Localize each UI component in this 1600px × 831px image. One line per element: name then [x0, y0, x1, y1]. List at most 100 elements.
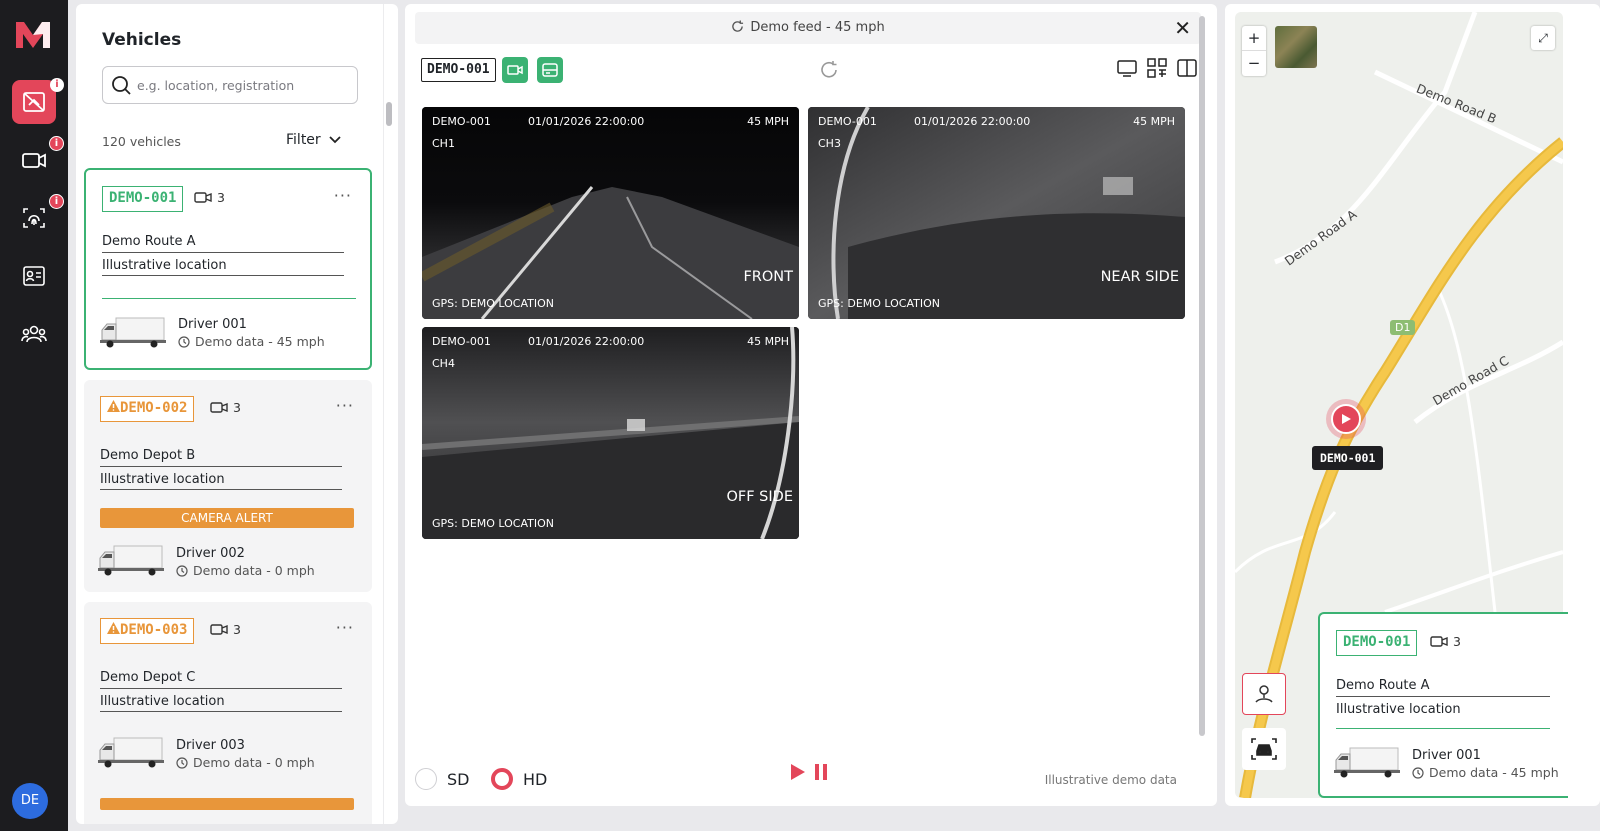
feed-channel: CH1 [432, 137, 455, 150]
feed-speed: 45 MPH [747, 335, 789, 348]
user-avatar[interactable]: DE [12, 783, 48, 819]
nav-biometrics[interactable]: i [12, 194, 64, 240]
camera-feed-off-side[interactable]: DEMO-001 01/01/2026 22:00:00 45 MPH CH4 … [422, 327, 799, 539]
camera-icon [1430, 636, 1448, 647]
driver-name: Driver 001 [1412, 748, 1481, 763]
vehicle-count: 120 vehicles [102, 134, 181, 149]
more-options-button[interactable]: ··· [334, 186, 352, 205]
van-icon [1334, 747, 1400, 778]
refresh-icon [732, 20, 744, 32]
vehicle-marker-label: DEMO-001 [1312, 446, 1384, 470]
expand-icon[interactable]: ⤢ [1531, 26, 1555, 50]
zoom-in-button[interactable]: + [1242, 26, 1266, 51]
feed-channel: CH4 [432, 357, 455, 370]
split-view-icon[interactable] [1177, 58, 1197, 78]
divider [102, 298, 356, 299]
feed-side-label: FRONT [743, 269, 793, 285]
feed-vehicle-id: DEMO-001 [818, 115, 877, 128]
more-options-button[interactable]: ··· [336, 396, 354, 415]
more-options-button[interactable]: ··· [336, 618, 354, 637]
route-name: Demo Route A [1336, 678, 1430, 693]
divider [1336, 696, 1550, 697]
vehicle-view-button[interactable] [1242, 728, 1286, 770]
vehicle-status: Demo data - 0 mph [176, 563, 315, 578]
divider [100, 688, 342, 689]
satellite-toggle[interactable] [1275, 26, 1317, 68]
clock-icon [1412, 766, 1424, 779]
divider [102, 252, 344, 253]
feed-timestamp: 01/01/2026 22:00:00 [914, 115, 1031, 128]
live-camera-button[interactable] [502, 57, 528, 83]
filter-label: Filter [286, 132, 321, 148]
vehicle-marker[interactable] [1326, 399, 1366, 439]
close-icon[interactable]: ✕ [1174, 16, 1191, 40]
nav-rail: i i i DE [0, 0, 68, 831]
feed-channel: CH3 [818, 137, 841, 150]
location-text: Illustrative location [1336, 702, 1461, 717]
video-scrollbar[interactable] [1199, 16, 1205, 736]
camera-feed-front[interactable]: DEMO-001 01/01/2026 22:00:00 45 MPH CH1 … [422, 107, 799, 319]
radio-hd[interactable] [491, 768, 513, 790]
vehicle-status: Demo data - 45 mph [1412, 765, 1559, 780]
feed-timestamp: 01/01/2026 22:00:00 [528, 115, 645, 128]
quality-hd-option[interactable]: HD [491, 768, 547, 790]
location-text: Illustrative location [102, 258, 227, 273]
vehicles-panel: Vehicles 120 vehicles Filter DEMO-001 3 … [76, 4, 398, 824]
single-view-icon[interactable] [1117, 58, 1137, 78]
camera-badge: i [49, 136, 64, 151]
clock-icon [178, 335, 190, 348]
id-card-icon [23, 266, 45, 286]
grid-view-icon[interactable] [1147, 58, 1167, 78]
search-input[interactable] [137, 67, 347, 103]
search-box [102, 66, 358, 104]
video-plate: DEMO-001 [421, 58, 496, 82]
nav-users[interactable] [12, 312, 56, 356]
list-scrollbar[interactable] [386, 102, 392, 126]
recordings-button[interactable] [537, 57, 563, 83]
radio-sd[interactable] [415, 768, 437, 790]
camera-alert-badge: CAMERA ALERT [100, 508, 354, 528]
feed-timestamp: 01/01/2026 22:00:00 [528, 335, 645, 348]
filter-button[interactable]: Filter [286, 132, 341, 148]
vehicle-plate: DEMO-001 [102, 186, 184, 212]
vehicle-card[interactable]: DEMO-001 3 ··· Demo Route A Illustrative… [84, 168, 372, 370]
driver-name: Driver 003 [176, 738, 245, 753]
camera-icon [194, 192, 212, 203]
vehicle-card[interactable]: DEMO-003 3 ··· Demo Depot C Illustrative… [84, 602, 372, 824]
route-number-badge: D1 [1390, 320, 1416, 335]
panel-title: Vehicles [102, 30, 182, 50]
video-header: Demo feed - 45 mph ✕ [415, 12, 1201, 44]
vehicle-plate: DEMO-003 [100, 618, 195, 644]
nav-cameras[interactable]: i [12, 136, 64, 182]
zoom-out-button[interactable]: − [1242, 51, 1266, 76]
driver-name: Driver 002 [176, 546, 245, 561]
camera-count: 3 [210, 622, 241, 637]
vehicle-plate: DEMO-002 [100, 396, 195, 422]
van-icon [98, 737, 164, 768]
reload-icon[interactable] [819, 60, 839, 80]
feed-gps: GPS: DEMO LOCATION [432, 297, 555, 310]
camera-feed-near-side[interactable]: DEMO-001 01/01/2026 22:00:00 45 MPH CH3 … [808, 107, 1185, 319]
clock-icon [176, 564, 188, 577]
users-icon [21, 325, 47, 343]
map-vehicle-card[interactable]: DEMO-001 3 Demo Route A Illustrative loc… [1318, 612, 1568, 798]
route-name: Demo Depot B [100, 448, 196, 463]
clock-icon [176, 756, 188, 769]
search-icon [112, 76, 131, 95]
divider [1336, 728, 1550, 729]
panel-divider [383, 4, 384, 824]
feed-speed: 45 MPH [747, 115, 789, 128]
vehicle-card[interactable]: DEMO-002 3 ··· Demo Depot B Illustrative… [84, 380, 372, 592]
alert-badge: i [50, 78, 64, 92]
location-pin-icon [1255, 685, 1273, 703]
play-icon[interactable] [789, 762, 807, 782]
nav-alerts[interactable]: i [12, 78, 64, 124]
location-text: Illustrative location [100, 694, 225, 709]
route-history-button[interactable] [1242, 673, 1286, 715]
quality-sd-option[interactable]: SD [415, 768, 469, 790]
vehicle-plate: DEMO-001 [1336, 630, 1418, 656]
van-icon [100, 317, 166, 348]
camera-count: 3 [194, 190, 225, 205]
pause-icon[interactable] [813, 762, 829, 782]
nav-drivers[interactable] [12, 254, 56, 298]
